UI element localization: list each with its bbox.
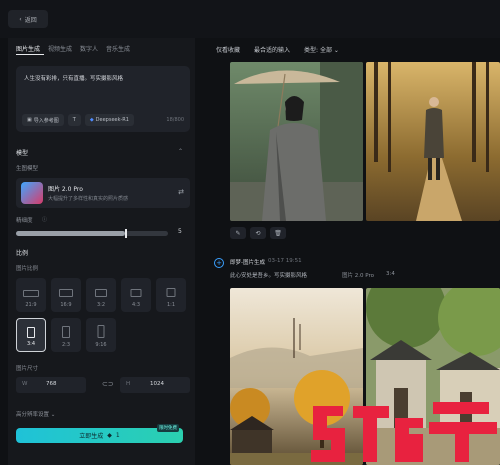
generation-date: 03-17 19:51 bbox=[268, 258, 302, 264]
filter-best-input[interactable]: 最合适的输入 bbox=[254, 45, 290, 54]
text-icon: T bbox=[72, 117, 76, 123]
generation-prompt: 此心安处是吾乡。写实摄影风格 bbox=[230, 273, 308, 279]
delete-icon[interactable]: 🗑 bbox=[270, 227, 286, 239]
deepseek-button[interactable]: ◆ Deepseek-R1 bbox=[84, 114, 134, 126]
regenerate-icon[interactable]: ⟲ bbox=[250, 227, 266, 239]
ratio-label: 3:2 bbox=[96, 302, 106, 308]
width-field[interactable]: W 768 bbox=[16, 377, 86, 393]
generation-avatar-icon: + bbox=[214, 258, 224, 268]
ratio-3-4[interactable]: 3:4 bbox=[16, 318, 46, 352]
size-label: 图片尺寸 bbox=[16, 366, 39, 372]
slider-handle[interactable] bbox=[125, 229, 128, 238]
text-format-button[interactable]: T bbox=[67, 114, 81, 126]
ratio-label: 2:3 bbox=[61, 342, 71, 348]
slider-fill bbox=[16, 231, 126, 236]
ratio-4-3[interactable]: 4:3 bbox=[121, 278, 151, 312]
width-value[interactable]: 768 bbox=[46, 381, 57, 387]
model-description: 大幅提升了多样性和真实的照片质感 bbox=[48, 196, 129, 202]
top-bar: ‹ 返回 bbox=[0, 0, 500, 38]
ratio-label: 3:4 bbox=[26, 341, 36, 347]
ratio-label: 16:9 bbox=[60, 302, 72, 308]
model-name: 图片 2.0 Pro bbox=[48, 186, 83, 193]
active-tab-underline bbox=[16, 54, 44, 55]
ratio-shape-icon bbox=[27, 327, 35, 338]
width-key: W bbox=[22, 381, 28, 387]
tab-image[interactable]: 图片生成 bbox=[16, 44, 40, 53]
chevron-down-icon: ⌄ bbox=[50, 412, 56, 418]
back-label: 返回 bbox=[24, 16, 37, 24]
ratio-sub-label: 图片比例 bbox=[16, 266, 39, 272]
strength-slider[interactable] bbox=[16, 229, 168, 238]
resolution-label: 高分辨率设置 bbox=[16, 412, 50, 418]
generation-ratio: 3:4 bbox=[386, 271, 395, 277]
ratio-label: 1:1 bbox=[166, 302, 176, 308]
tab-video[interactable]: 视频生成 bbox=[48, 44, 72, 53]
filter-type-label: 类型: 全部 bbox=[304, 47, 332, 54]
ratio-3-2[interactable]: 3:2 bbox=[86, 278, 116, 312]
generation-title: 即梦-图片生成 bbox=[230, 260, 265, 266]
chevron-up-icon[interactable]: ⌃ bbox=[178, 148, 183, 155]
edit-icon[interactable]: ✎ bbox=[230, 227, 246, 239]
ratio-label: 4:3 bbox=[131, 302, 141, 308]
chevron-left-icon: ‹ bbox=[19, 15, 22, 23]
char-count: 18/800 bbox=[166, 117, 184, 123]
image-icon: ▣ bbox=[27, 117, 32, 123]
ratio-shape-icon bbox=[62, 326, 70, 338]
info-icon[interactable]: ⓘ bbox=[42, 216, 47, 223]
ratio-21-9[interactable]: 21:9 bbox=[16, 278, 46, 312]
tab-digital-human[interactable]: 数字人 bbox=[80, 44, 98, 53]
ratio-section-title: 比例 bbox=[16, 250, 29, 257]
model-selector[interactable]: 图片 2.0 Pro 大幅提升了多样性和真实的照片质感 ⇄ bbox=[16, 178, 190, 208]
strength-value: 5 bbox=[178, 228, 182, 235]
result-image[interactable] bbox=[366, 62, 500, 221]
height-key: H bbox=[126, 381, 131, 387]
model-sub-label: 生图模型 bbox=[16, 166, 39, 172]
back-button[interactable]: ‹ 返回 bbox=[8, 10, 48, 28]
ratio-label: 21:9 bbox=[25, 302, 37, 308]
ratio-shape-icon bbox=[166, 288, 176, 297]
result-image[interactable] bbox=[230, 62, 363, 221]
height-field[interactable]: H 1024 bbox=[120, 377, 190, 393]
swap-icon[interactable]: ⇄ bbox=[178, 188, 184, 196]
import-reference-button[interactable]: ▣ 导入参考图 bbox=[22, 114, 64, 126]
strength-label: 精细度 bbox=[16, 218, 33, 224]
ratio-2-3[interactable]: 2:3 bbox=[51, 318, 81, 352]
deepseek-label: Deepseek-R1 bbox=[95, 117, 129, 123]
prompt-input[interactable]: 人生没有彩排，只有直播。写实摄影风格 ▣ 导入参考图 T ◆ Deepseek-… bbox=[16, 66, 190, 132]
height-value[interactable]: 1024 bbox=[150, 381, 164, 387]
filter-favorites[interactable]: 仅看收藏 bbox=[216, 45, 240, 54]
deepseek-icon: ◆ bbox=[89, 117, 94, 123]
prompt-text[interactable]: 人生没有彩排，只有直播。写实摄影风格 bbox=[24, 74, 123, 82]
generate-label: 立即生成 bbox=[79, 433, 104, 440]
ratio-shape-icon bbox=[23, 290, 39, 297]
ratio-1-1[interactable]: 1:1 bbox=[156, 278, 186, 312]
ratio-shape-icon bbox=[59, 289, 73, 297]
ratio-shape-icon bbox=[95, 289, 107, 297]
forest-path-image bbox=[366, 62, 500, 221]
resolution-select[interactable]: 高分辨率设置 ⌄ bbox=[16, 410, 55, 418]
result-toolbar: ✎ ⟲ 🗑 bbox=[230, 227, 286, 239]
generation-model: 图片 2.0 Pro bbox=[342, 273, 374, 279]
import-reference-label: 导入参考图 bbox=[33, 117, 59, 124]
model-thumbnail bbox=[21, 182, 43, 204]
ratio-9-16[interactable]: 9:16 bbox=[86, 318, 116, 352]
ratio-label: 9:16 bbox=[95, 342, 107, 348]
link-icon[interactable]: ⊂⊃ bbox=[102, 380, 114, 388]
model-section-title: 模型 bbox=[16, 150, 29, 157]
generate-cost: 1 bbox=[115, 432, 120, 439]
free-badge: 限时免费 bbox=[157, 424, 179, 432]
tab-music[interactable]: 音乐生成 bbox=[106, 44, 130, 53]
filter-type[interactable]: 类型: 全部 ⌄ bbox=[304, 45, 339, 54]
credit-icon: ◆ bbox=[107, 432, 112, 439]
watermark-logo bbox=[311, 402, 497, 462]
filter-bar: 仅看收藏 最合适的输入 类型: 全部 ⌄ bbox=[216, 45, 339, 54]
ratio-shape-icon bbox=[97, 325, 105, 338]
mode-tabs: 图片生成 视频生成 数字人 音乐生成 bbox=[16, 44, 130, 53]
left-panel: 图片生成 视频生成 数字人 音乐生成 人生没有彩排，只有直播。写实摄影风格 ▣ … bbox=[8, 38, 195, 465]
portrait-image bbox=[230, 62, 363, 221]
ratio-16-9[interactable]: 16:9 bbox=[51, 278, 81, 312]
ratio-shape-icon bbox=[130, 289, 142, 297]
